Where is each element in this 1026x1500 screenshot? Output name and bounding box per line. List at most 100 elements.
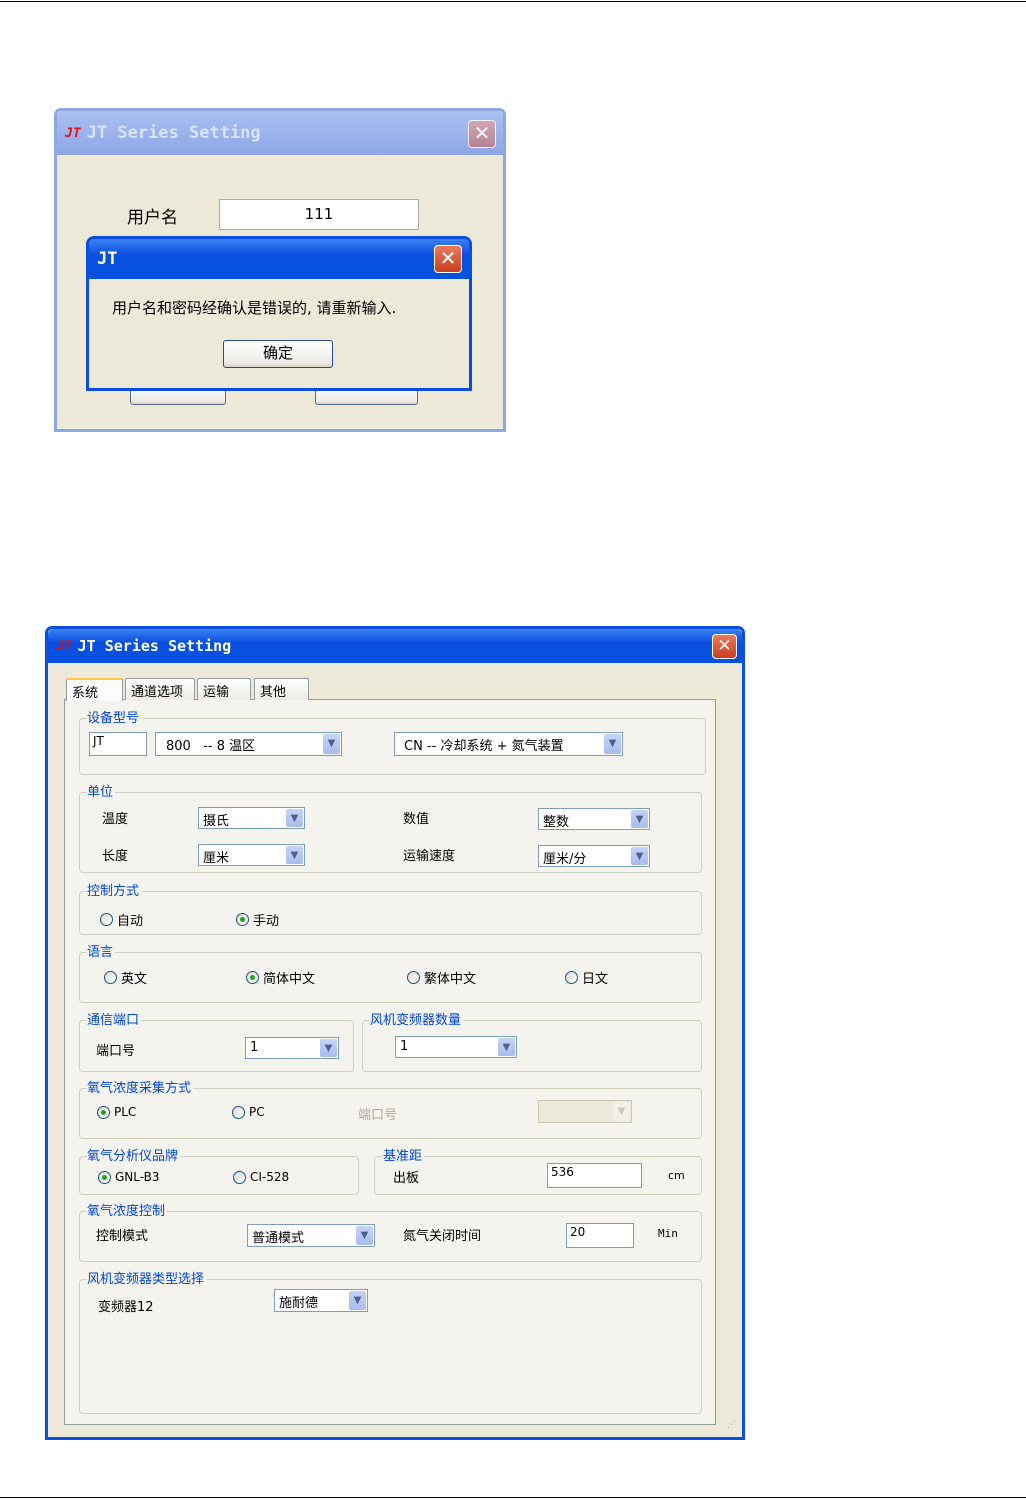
- fan-count-select[interactable]: 1 ▼: [395, 1036, 517, 1058]
- control-mode-select[interactable]: 普通模式 ▼: [247, 1224, 375, 1247]
- login-title-bar: JT JT Series Setting: [57, 111, 503, 155]
- chevron-down-icon: ▼: [320, 1039, 337, 1057]
- oxygen-control-legend: 氧气浓度控制: [87, 1200, 168, 1219]
- close-icon: ✕: [439, 246, 457, 270]
- oxygen-port-select: ▼: [538, 1100, 632, 1123]
- inverter-type-legend: 风机变频器类型选择: [87, 1268, 207, 1287]
- model-prefix-input[interactable]: JT: [89, 732, 147, 756]
- reference-label: 出板: [393, 1171, 420, 1186]
- radio-label: PC: [249, 1105, 265, 1119]
- radio-label: GNL-B3: [115, 1170, 160, 1184]
- ok-button[interactable]: 确定: [223, 340, 333, 368]
- radio-circle-checked: [97, 1105, 110, 1119]
- radio-ci-528[interactable]: CI-528: [233, 1170, 289, 1184]
- resize-grip-icon[interactable]: ⋰: [727, 1420, 736, 1430]
- inverter-label: 变频器12: [98, 1300, 154, 1315]
- chevron-down-icon: ▼: [613, 1102, 630, 1121]
- number-select[interactable]: 整数 ▼: [538, 808, 650, 830]
- radio-japanese[interactable]: 日文: [565, 968, 608, 987]
- temp-label: 温度: [102, 812, 129, 827]
- chevron-down-icon: ▼: [323, 734, 340, 754]
- radio-traditional-chinese[interactable]: 繁体中文: [407, 968, 476, 987]
- model-value: 800 -- 8 温区: [166, 739, 256, 754]
- radio-label: 日文: [582, 972, 609, 987]
- inverter-type-group: [79, 1279, 702, 1414]
- config-select[interactable]: CN -- 冷却系统 + 氮气装置 ▼: [394, 732, 623, 756]
- reference-input[interactable]: 536: [547, 1163, 642, 1188]
- radio-gnl-b3[interactable]: GNL-B3: [98, 1170, 160, 1184]
- tab-system[interactable]: 系统: [66, 678, 123, 701]
- control-mode-label: 控制模式: [96, 1229, 149, 1244]
- nitrogen-off-label: 氮气关闭时间: [403, 1229, 482, 1244]
- port-select[interactable]: 1 ▼: [245, 1037, 339, 1059]
- nitrogen-off-input[interactable]: 20: [566, 1223, 634, 1248]
- radio-circle: [232, 1105, 245, 1119]
- temp-value: 摄氏: [203, 814, 230, 829]
- radio-plc[interactable]: PLC: [97, 1105, 136, 1119]
- chevron-down-icon: ▼: [498, 1038, 515, 1056]
- settings-close-button[interactable]: ✕: [712, 634, 737, 659]
- speed-value: 厘米/分: [543, 852, 587, 867]
- temp-select[interactable]: 摄氏 ▼: [198, 807, 305, 829]
- fan-count-value: 1: [400, 1039, 409, 1054]
- chevron-down-icon: ▼: [286, 809, 303, 827]
- tab-other[interactable]: 其他: [254, 678, 309, 700]
- tab-transport[interactable]: 运输: [197, 678, 251, 700]
- device-model-legend: 设备型号: [87, 707, 142, 726]
- radio-circle: [100, 913, 113, 926]
- page-bottom-rule: [0, 1497, 1026, 1498]
- radio-label: 手动: [253, 914, 280, 929]
- oxygen-port-label: 端口号: [358, 1108, 398, 1123]
- radio-english[interactable]: 英文: [104, 968, 147, 987]
- radio-circle-checked: [98, 1170, 111, 1184]
- chevron-down-icon: ▼: [604, 734, 621, 754]
- radio-circle: [407, 971, 420, 984]
- reference-unit: cm: [668, 1169, 685, 1182]
- radio-pc[interactable]: PC: [232, 1105, 265, 1119]
- chevron-down-icon: ▼: [349, 1291, 366, 1310]
- username-label: 用户名: [127, 208, 178, 228]
- port-value: 1: [250, 1040, 259, 1055]
- error-message: 用户名和密码经确认是错误的, 请重新输入.: [112, 299, 397, 317]
- length-value: 厘米: [203, 851, 230, 866]
- length-select[interactable]: 厘米 ▼: [198, 844, 305, 866]
- radio-label: 英文: [121, 972, 148, 987]
- speed-label: 运输速度: [403, 849, 456, 864]
- tab-channel-options[interactable]: 通道选项: [125, 678, 195, 700]
- settings-title: JT Series Setting: [77, 637, 232, 655]
- jt-logo: JT: [65, 125, 81, 141]
- radio-circle: [233, 1170, 246, 1184]
- message-title: JT: [97, 249, 118, 269]
- language-group: [79, 952, 702, 1003]
- radio-label: 自动: [117, 914, 144, 929]
- close-icon: ✕: [473, 121, 491, 145]
- error-message-box: JT ✕ 用户名和密码经确认是错误的, 请重新输入. 确定: [86, 236, 472, 391]
- page-top-rule: [0, 1, 1026, 2]
- login-close-button[interactable]: ✕: [468, 120, 496, 148]
- message-close-button[interactable]: ✕: [434, 245, 462, 273]
- number-value: 整数: [543, 815, 570, 830]
- units-legend: 单位: [87, 781, 116, 800]
- radio-circle-checked: [246, 971, 259, 984]
- control-mode-group: [79, 891, 702, 935]
- radio-simplified-chinese[interactable]: 简体中文: [246, 968, 315, 987]
- chevron-down-icon: ▼: [631, 847, 648, 865]
- number-label: 数值: [403, 812, 430, 827]
- radio-auto[interactable]: 自动: [100, 910, 143, 929]
- radio-manual[interactable]: 手动: [236, 910, 279, 929]
- jt-logo: JT: [56, 638, 72, 654]
- model-select[interactable]: 800 -- 8 温区 ▼: [155, 732, 342, 756]
- settings-title-bar: JT JT Series Setting: [48, 629, 742, 663]
- radio-label: 繁体中文: [424, 972, 477, 987]
- radio-label: 简体中文: [263, 972, 316, 987]
- speed-select[interactable]: 厘米/分 ▼: [538, 845, 650, 867]
- inverter-select[interactable]: 施耐德 ▼: [274, 1289, 368, 1312]
- reference-legend: 基准距: [383, 1145, 425, 1164]
- username-input[interactable]: 111: [219, 199, 419, 230]
- radio-circle: [565, 971, 578, 984]
- login-title: JT Series Setting: [86, 123, 261, 143]
- language-legend: 语言: [87, 941, 116, 960]
- fan-count-legend: 风机变频器数量: [370, 1009, 464, 1028]
- radio-circle: [104, 971, 117, 984]
- oxygen-brand-legend: 氧气分析仪品牌: [87, 1145, 181, 1164]
